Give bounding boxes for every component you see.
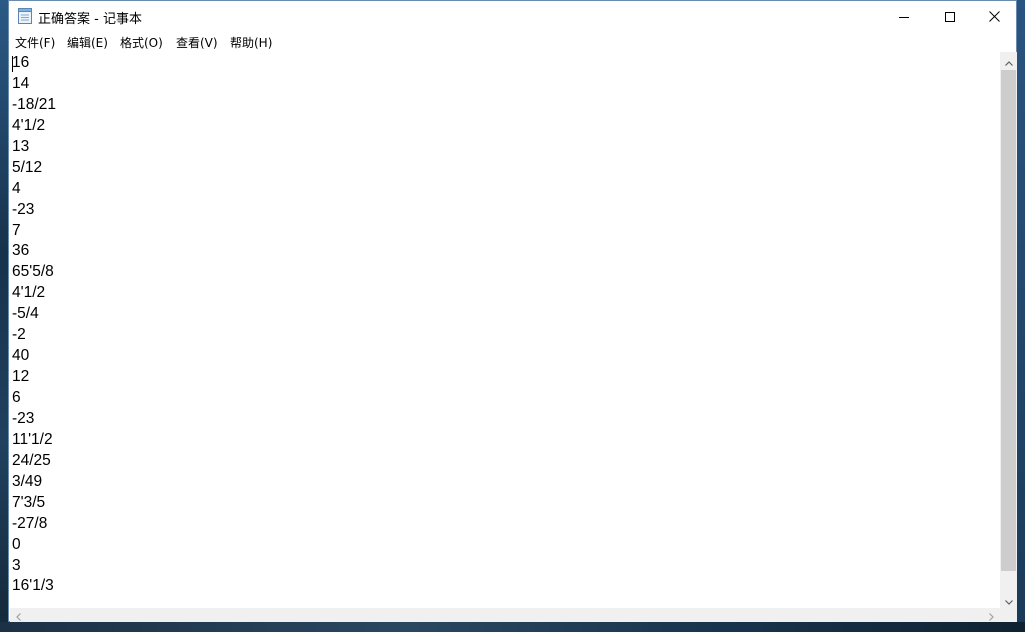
- notepad-icon[interactable]: [18, 8, 32, 24]
- scroll-up-button[interactable]: [1000, 52, 1017, 69]
- text-line: 16: [12, 54, 30, 71]
- text-line: 11'1/2: [12, 430, 53, 448]
- text-line: 4'1/2: [12, 116, 46, 134]
- text-line: 6: [12, 389, 21, 406]
- maximize-icon: [945, 7, 955, 26]
- text-line: 12: [12, 368, 30, 386]
- menu-view[interactable]: 查看(V): [176, 34, 218, 51]
- minimize-button[interactable]: [881, 1, 927, 32]
- text-line: -23: [12, 409, 35, 427]
- text-line: 65'5/8: [12, 263, 54, 281]
- close-button[interactable]: [971, 1, 1017, 32]
- vertical-scrollbar[interactable]: [1000, 52, 1017, 608]
- maximize-button[interactable]: [927, 1, 973, 32]
- text-line: 7: [12, 221, 21, 239]
- text-line: 36: [12, 242, 30, 260]
- text-editor-area[interactable]: 16 14 -18/21 4'1/2 13 5/12 4 -23 7 36 65'5/8 4'1/2-…: [10, 52, 1000, 608]
- menu-file[interactable]: 文件(F): [15, 34, 55, 51]
- text-line: 3: [12, 556, 21, 574]
- text-line: -23: [12, 200, 35, 218]
- text-line: 16'1/3: [12, 577, 54, 595]
- close-icon: [988, 7, 1000, 26]
- scroll-right-button[interactable]: [983, 608, 1000, 622]
- text-line: 4: [12, 179, 21, 197]
- text-line: -18/21: [12, 95, 56, 113]
- desktop-background-bottom: [0, 622, 1025, 632]
- text-line: 5/12: [12, 158, 43, 176]
- text-line: 40: [12, 347, 30, 365]
- text-line: -2: [12, 326, 26, 344]
- text-line: 4'1/2: [12, 284, 46, 302]
- scrollbar-corner: [1000, 608, 1017, 622]
- text-line: 7'3/5: [12, 493, 46, 511]
- menu-format[interactable]: 格式(O): [120, 34, 163, 51]
- notepad-window: 正确答案 - 记事本 文件(F) 编辑(E) 格式(O) 查看(V) 帮助(H)…: [8, 0, 1017, 622]
- title-bar[interactable]: 正确答案 - 记事本: [9, 1, 1016, 32]
- minimize-icon: [899, 7, 909, 26]
- window-title: 正确答案 - 记事本: [38, 12, 142, 27]
- vertical-scroll-thumb[interactable]: [1001, 70, 1016, 571]
- chevron-right-icon: [989, 606, 994, 625]
- chevron-down-icon: [1004, 590, 1013, 609]
- horizontal-scrollbar[interactable]: [10, 608, 1000, 622]
- desktop-background-right: [1017, 0, 1025, 632]
- text-line: 3/49: [12, 472, 43, 490]
- chevron-left-icon: [16, 606, 21, 625]
- menu-help[interactable]: 帮助(H): [230, 34, 272, 51]
- text-line: -5/4: [12, 305, 39, 323]
- text-line: 24/25: [12, 451, 51, 469]
- menu-edit[interactable]: 编辑(E): [67, 34, 108, 51]
- text-line: 13: [12, 137, 30, 155]
- text-line: -27/8: [12, 514, 48, 532]
- text-line: 14: [12, 74, 30, 92]
- scroll-down-button[interactable]: [1000, 591, 1017, 608]
- chevron-up-icon: [1004, 51, 1013, 70]
- text-line: 0: [12, 535, 21, 553]
- menu-bar: 文件(F) 编辑(E) 格式(O) 查看(V) 帮助(H): [9, 32, 1016, 52]
- text-lines: 16 14 -18/21 4'1/2 13 5/12 4 -23 7 36 65'5/8 4'1/2-…: [12, 53, 56, 597]
- scroll-left-button[interactable]: [10, 608, 27, 622]
- text-caret: [12, 56, 13, 72]
